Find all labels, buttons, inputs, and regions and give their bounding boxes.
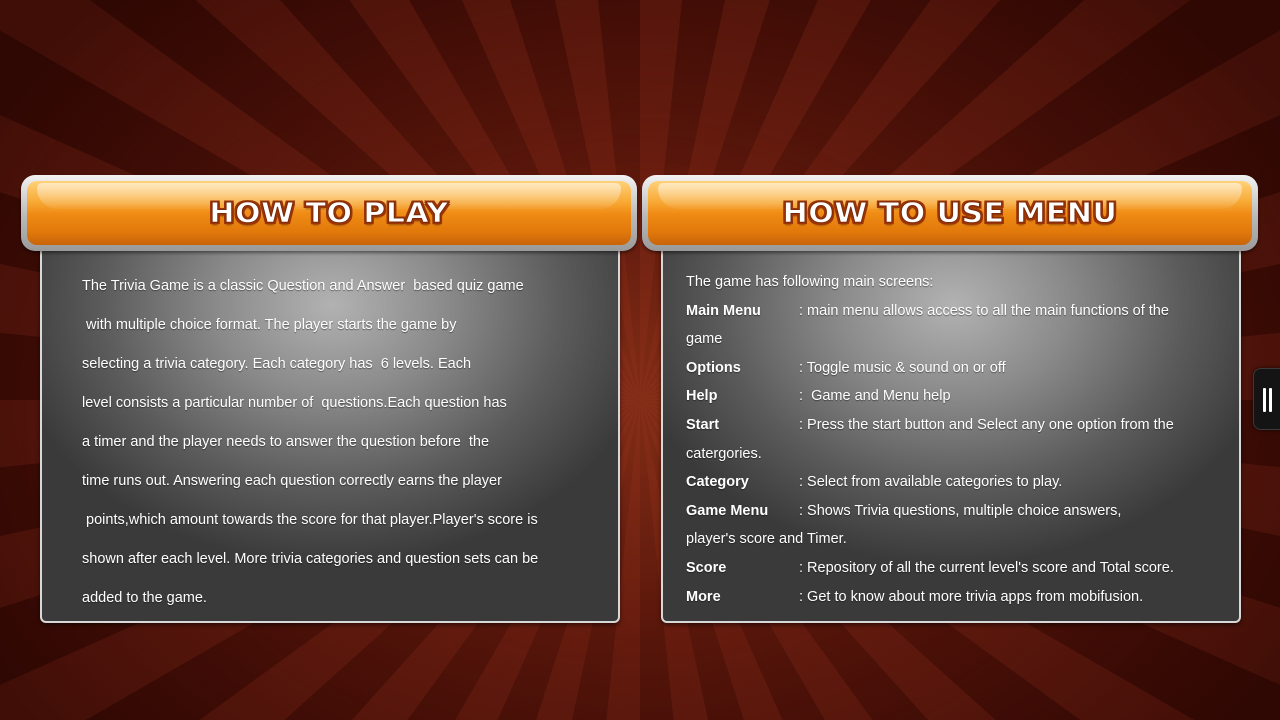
how-to-play-board: The Trivia Game is a classic Question an…: [40, 245, 620, 623]
how-to-play-line: added to the game.: [82, 590, 207, 606]
menu-item-description: : Game and Menu help: [799, 388, 951, 405]
menu-item-score: Score : Repository of all the current lev…: [686, 554, 1226, 583]
how-to-play-line: selecting a trivia category. Each catego…: [82, 356, 472, 372]
menu-item-term: Options: [686, 359, 741, 376]
how-to-play-line: time runs out. Answering each question c…: [82, 473, 502, 489]
menu-item-options: Options : Toggle music & sound on or off: [686, 354, 1226, 383]
menu-item-main-menu: Main Menu : main menu allows access to al…: [686, 297, 1226, 326]
how-to-use-menu-banner-inner: HOW TO USE MENU: [648, 181, 1252, 245]
menu-item-help: Help : Game and Menu help: [686, 382, 1226, 411]
menu-item-term: Category: [686, 474, 749, 491]
menu-item-description-continued: catergories.: [686, 445, 762, 462]
pause-button[interactable]: [1253, 368, 1280, 430]
menu-item-description: : Repository of all the current level's …: [799, 559, 1174, 576]
how-to-play-line: shown after each level. More trivia cate…: [82, 551, 539, 567]
menu-item-description-continued: player's score and Timer.: [686, 531, 847, 548]
menu-item-term: Score: [686, 559, 727, 576]
pause-icon: [1263, 388, 1273, 412]
how-to-play-line: points,which amount towards the score fo…: [82, 512, 538, 528]
how-to-play-title: HOW TO PLAY: [209, 196, 449, 230]
how-to-play-line: The Trivia Game is a classic Question an…: [82, 278, 524, 294]
menu-item-term: Help: [686, 388, 718, 405]
how-to-play-line: level consists a particular number of qu…: [82, 395, 507, 411]
menu-item-start: Start : Press the start button and Select…: [686, 411, 1226, 440]
how-to-use-menu-title: HOW TO USE MENU: [782, 196, 1118, 230]
menu-item-description-continued: game: [686, 331, 723, 348]
menu-item-term: Start: [686, 416, 720, 433]
menu-item-term: Game Menu: [686, 502, 769, 519]
how-to-use-menu-text: The game has following main screens: Mai…: [686, 268, 1226, 611]
menu-item-description: : Select from available categories to pl…: [799, 474, 1063, 491]
menu-item-term: Main Menu: [686, 302, 761, 319]
how-to-play-banner: HOW TO PLAY: [21, 175, 637, 251]
how-to-play-line: a timer and the player needs to answer t…: [82, 434, 490, 450]
menu-intro: The game has following main screens:: [686, 274, 934, 290]
menu-item-description: : Toggle music & sound on or off: [799, 359, 1006, 376]
menu-item-more: More : Get to know about more trivia apps…: [686, 583, 1226, 612]
how-to-play-banner-inner: HOW TO PLAY: [27, 181, 631, 245]
menu-item-category: Category : Select from available categori…: [686, 468, 1226, 497]
how-to-use-menu-banner: HOW TO USE MENU: [642, 175, 1258, 251]
menu-item-description: : Shows Trivia questions, multiple choic…: [799, 502, 1122, 519]
menu-item-term: More: [686, 588, 721, 605]
how-to-play-text: The Trivia Game is a classic Question an…: [82, 267, 592, 618]
menu-item-description: : main menu allows access to all the mai…: [799, 302, 1169, 319]
menu-item-description: : Get to know about more trivia apps fro…: [799, 588, 1144, 605]
menu-item-description: : Press the start button and Select any …: [799, 416, 1174, 433]
menu-item-game-menu: Game Menu : Shows Trivia questions, multi…: [686, 497, 1226, 526]
how-to-use-menu-board: The game has following main screens: Mai…: [661, 245, 1241, 623]
how-to-play-line: with multiple choice format. The player …: [82, 317, 457, 333]
